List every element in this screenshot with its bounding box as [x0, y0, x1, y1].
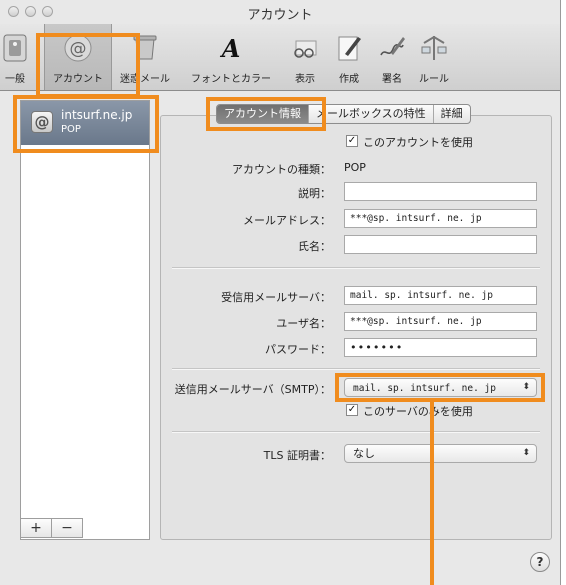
help-button[interactable]: ? [530, 552, 550, 572]
username-field[interactable]: ***@sp. intsurf. ne. jp [344, 312, 537, 331]
compose-icon [335, 32, 363, 64]
signature-icon [377, 32, 407, 64]
accounts-list[interactable]: @ intsurf.ne.jp POP [20, 100, 150, 540]
tls-label: TLS 証明書： [263, 449, 331, 462]
svg-text:@: @ [70, 39, 87, 59]
email-field[interactable]: ***@sp. intsurf. ne. jp [344, 209, 537, 228]
toolbar-general-label: 一般 [5, 74, 25, 85]
remove-account-button[interactable]: − [51, 518, 83, 538]
callout-line [430, 398, 434, 585]
toolbar-general[interactable]: 一般 [0, 24, 36, 90]
popup-arrows-icon: ⬍ [522, 448, 530, 458]
account-type-value: POP [344, 161, 366, 174]
tab-mailbox-behaviors[interactable]: メールボックスの特性 [309, 105, 434, 123]
separator [172, 368, 540, 370]
account-list-buttons: + − [20, 518, 86, 538]
description-label: 説明： [298, 187, 331, 200]
toolbar-composing[interactable]: 作成 [330, 24, 368, 90]
tab-advanced[interactable]: 詳細 [434, 105, 470, 123]
smtp-label: 送信用メールサーバ（SMTP）： [174, 383, 331, 396]
account-row-intsurf[interactable]: @ intsurf.ne.jp POP [21, 101, 149, 145]
password-label: パスワード： [265, 343, 331, 356]
toolbar-junk[interactable]: 迷惑メール [116, 24, 174, 90]
tab-account-info[interactable]: アカウント情報 [217, 105, 309, 123]
description-field[interactable] [344, 182, 537, 201]
toolbar-rules[interactable]: ルール [414, 24, 454, 90]
at-sign-icon: @ [31, 111, 53, 133]
enable-account-label: このアカウントを使用 [363, 136, 473, 149]
title-bar: アカウント [0, 0, 560, 24]
toolbar-fonts[interactable]: A フォントとカラー [178, 24, 284, 90]
incoming-server-label: 受信用メールサーバ： [221, 291, 331, 304]
toolbar-junk-label: 迷惑メール [120, 74, 170, 85]
full-name-label: 氏名： [298, 240, 331, 253]
incoming-server-field[interactable]: mail. sp. intsurf. ne. jp [344, 286, 537, 305]
tls-certificate-popup[interactable]: なし ⬍ [344, 444, 537, 463]
window-title: アカウント [247, 8, 313, 23]
separator [172, 431, 540, 433]
toolbar-viewing[interactable]: 表示 [286, 24, 324, 90]
tls-certificate-value: なし [353, 447, 375, 460]
username-label: ユーザ名： [276, 317, 331, 330]
toolbar-accounts-label: アカウント [53, 74, 103, 85]
toolbar-signatures[interactable]: 署名 [372, 24, 412, 90]
account-type-label: POP [61, 124, 81, 135]
junk-mail-icon [131, 32, 159, 64]
account-tabs: アカウント情報 メールボックスの特性 詳細 [216, 104, 471, 124]
toolbar-signatures-label: 署名 [382, 74, 402, 85]
preferences-window: アカウント 一般 @ アカウント 迷惑メール A フォントとカラー 表示 作成 … [0, 0, 561, 585]
toolbar-fonts-label: フォントとカラー [191, 74, 271, 85]
account-type-field-label: アカウントの種類： [232, 163, 331, 176]
glasses-icon [290, 32, 320, 64]
toolbar-composing-label: 作成 [339, 74, 359, 85]
separator [172, 267, 540, 269]
account-name: intsurf.ne.jp [61, 108, 133, 122]
font-icon: A [216, 32, 246, 64]
popup-arrows-icon: ⬍ [522, 382, 530, 392]
svg-text:A: A [220, 34, 241, 63]
only-this-server-label: このサーバのみを使用 [363, 405, 473, 418]
at-sign-icon: @ [63, 32, 93, 64]
email-label: メールアドレス： [243, 214, 331, 227]
smtp-server-value: mail. sp. intsurf. ne. jp [353, 383, 496, 394]
toolbar-accounts[interactable]: @ アカウント [44, 24, 112, 90]
toolbar-viewing-label: 表示 [295, 74, 315, 85]
only-this-server-checkbox[interactable]: ✓ [346, 404, 358, 416]
rules-icon [419, 32, 449, 64]
full-name-field[interactable] [344, 235, 537, 254]
preferences-toolbar: 一般 @ アカウント 迷惑メール A フォントとカラー 表示 作成 署名 ルール [0, 24, 560, 91]
switch-icon [2, 32, 28, 64]
toolbar-rules-label: ルール [419, 74, 449, 85]
smtp-server-popup[interactable]: mail. sp. intsurf. ne. jp ⬍ [344, 378, 537, 397]
password-field[interactable]: ••••••• [344, 338, 537, 357]
enable-account-checkbox[interactable]: ✓ [346, 135, 358, 147]
add-account-button[interactable]: + [20, 518, 52, 538]
